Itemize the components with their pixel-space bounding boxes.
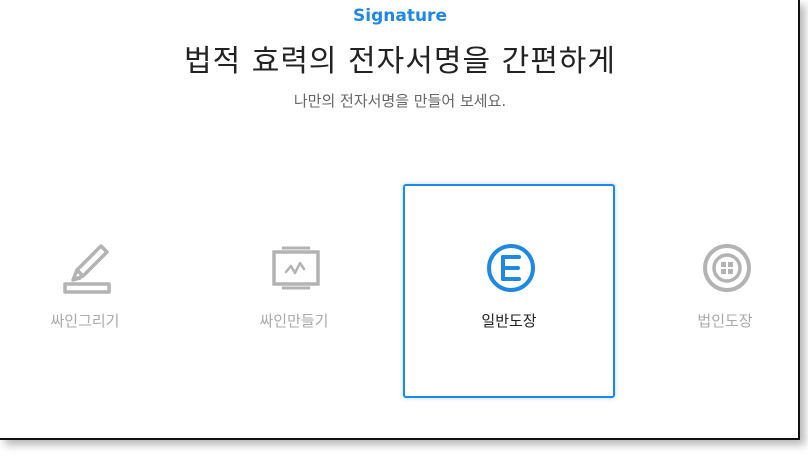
option-regular-stamp[interactable]: 일반도장 [403,184,615,398]
corporate-seal-icon [703,244,751,292]
signature-panel: Signature 법적 효력의 전자서명을 간편하게 나만의 전자서명을 만들… [0,0,800,440]
option-draw-signature[interactable]: 싸인그리기 [0,184,191,398]
option-label: 싸인그리기 [50,312,120,330]
pen-drawing-icon [63,244,111,294]
option-create-signature[interactable]: 싸인만들기 [188,184,400,398]
option-label: 일반도장 [481,312,537,330]
option-corporate-seal[interactable]: 법인도장 [619,184,808,398]
round-stamp-icon [487,244,535,292]
page-title: 법적 효력의 전자서명을 간편하게 [183,44,616,79]
option-label: 법인도장 [697,312,753,330]
section-eyebrow: Signature [353,6,447,26]
page-subtitle: 나만의 전자서명을 만들어 보세요. [293,92,507,110]
signature-monitor-icon [272,246,320,290]
option-label: 싸인만들기 [259,312,329,330]
